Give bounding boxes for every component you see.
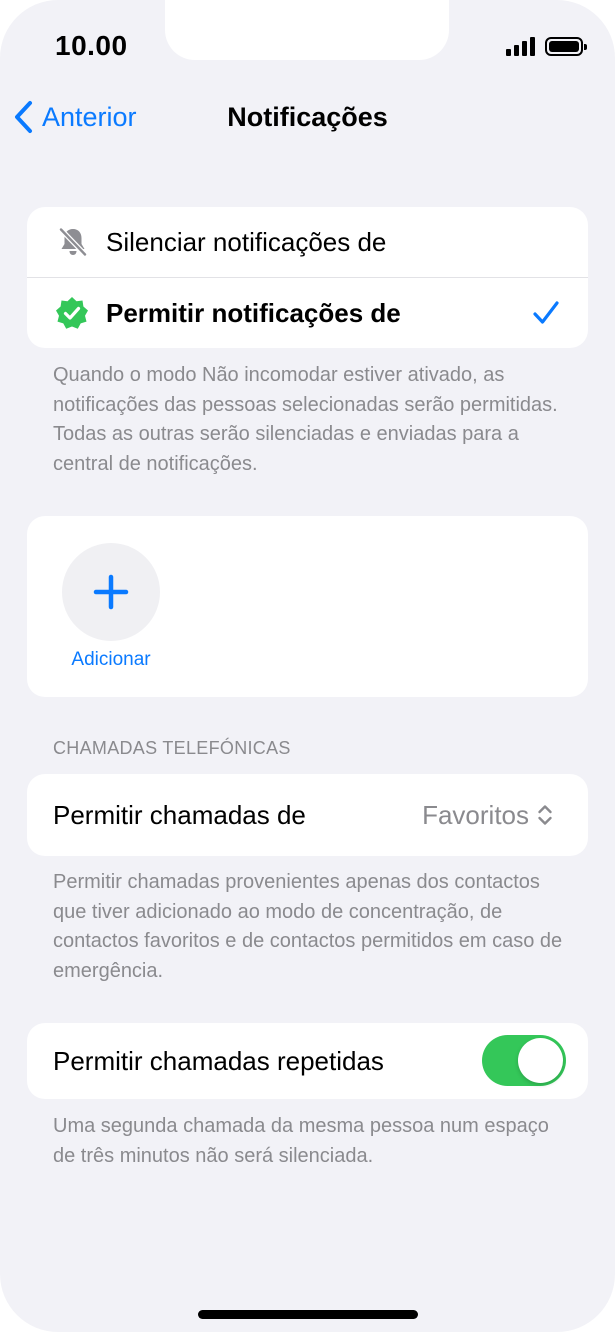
status-icons [506, 36, 587, 56]
bell-slash-icon [59, 227, 87, 257]
repeated-calls-footnote: Uma segunda chamada da mesma pessoa num … [53, 1115, 549, 1167]
option-silence-notifications[interactable]: Silenciar notificações de [27, 207, 588, 277]
allow-calls-value: Favoritos [422, 799, 529, 830]
phone-screen: 10.00 Anterior Notificações Silenciar no… [0, 0, 615, 1332]
home-indicator [198, 1310, 418, 1319]
add-person-label[interactable]: Adicionar [52, 649, 170, 671]
repeated-calls-row: Permitir chamadas repetidas [27, 1023, 588, 1099]
option-allow-notifications[interactable]: Permitir notificações de [27, 278, 588, 348]
repeated-calls-label: Permitir chamadas repetidas [53, 1045, 384, 1076]
device-notch [165, 0, 449, 60]
allow-calls-group: Permitir chamadas de Favoritos [27, 774, 588, 856]
notifications-footnote: Quando o modo Não incomodar estiver ativ… [53, 364, 558, 475]
allow-calls-row[interactable]: Permitir chamadas de Favoritos [27, 774, 588, 856]
notification-mode-group: Silenciar notificações de Permitir notif… [27, 207, 588, 348]
add-person-button[interactable] [62, 543, 160, 641]
verified-badge-icon [56, 297, 88, 329]
option-allow-label: Permitir notificações de [106, 297, 401, 328]
option-silence-label: Silenciar notificações de [106, 226, 387, 257]
section-header-calls: CHAMADAS TELEFÓNICAS [53, 738, 291, 758]
status-time: 10.00 [55, 30, 128, 61]
checkmark-icon [533, 301, 559, 324]
toggle-knob [518, 1038, 563, 1083]
cellular-signal-icon [506, 36, 535, 56]
chevron-up-down-icon [538, 805, 552, 825]
allow-calls-select[interactable]: Favoritos [422, 800, 553, 831]
allow-calls-label: Permitir chamadas de [53, 799, 306, 830]
repeated-calls-toggle[interactable] [482, 1035, 566, 1086]
page-title: Notificações [227, 102, 388, 132]
people-group: Adicionar [27, 516, 588, 697]
battery-icon [545, 36, 587, 56]
allow-calls-footnote: Permitir chamadas provenientes apenas do… [53, 871, 563, 982]
plus-icon [93, 574, 129, 610]
repeated-calls-group: Permitir chamadas repetidas [27, 1023, 588, 1099]
